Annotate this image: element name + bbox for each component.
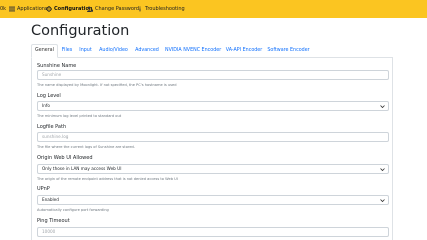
origin-web-ui-select[interactable]: Only those in LAN may access Web UI <box>37 164 389 174</box>
chevron-down-icon <box>380 198 385 203</box>
log-level-help: The minimum log level printed to standar… <box>37 114 122 118</box>
tab-va-api-encoder[interactable]: VA-API Encoder <box>225 44 263 58</box>
tab-general[interactable]: General <box>31 44 58 58</box>
chevron-down-icon <box>380 167 385 172</box>
nav-item-troubleshooting[interactable]: Troubleshooting <box>137 6 185 12</box>
sunshine-name-help: The name displayed by Moonlight. If not … <box>37 83 177 87</box>
upnp-help: Automatically configure port forwarding <box>37 208 109 212</box>
tab-files[interactable]: Files <box>59 44 75 58</box>
page-title: Configuration <box>31 23 130 39</box>
upnp-select[interactable]: Enabled <box>37 195 389 205</box>
nav-item-label: Applications <box>17 6 48 12</box>
log-level-label: Log Level <box>37 93 61 99</box>
ping-timeout-label: Ping Timeout <box>37 218 70 224</box>
brand-fragment: 0k <box>0 6 7 12</box>
log-level-select[interactable]: Info <box>37 101 389 111</box>
upnp-value: Enabled <box>42 197 59 202</box>
tab-software-encoder[interactable]: Software Encoder <box>267 44 310 58</box>
general-settings-form: Sunshine Name Sunshine The name displaye… <box>31 58 393 240</box>
info-icon <box>137 6 143 12</box>
logfile-path-input[interactable]: sunshine.log <box>37 132 389 142</box>
nav-item-configuration[interactable]: Configuration <box>46 6 92 12</box>
nav-item-change-password[interactable]: Change Password <box>87 6 139 12</box>
nav-item-label: Troubleshooting <box>145 6 185 12</box>
upnp-label: UPnP <box>37 186 50 192</box>
origin-web-ui-label: Origin Web UI Allowed <box>37 155 93 161</box>
settings-tabs: General Files Input Audio/Video Advanced… <box>31 44 393 58</box>
top-navbar: 0k Applications Configuration Change Pas… <box>0 0 427 18</box>
tab-advanced[interactable]: Advanced <box>134 44 160 58</box>
nav-item-label: Change Password <box>95 6 140 12</box>
logfile-path-help: The file where the current logs of Sunsh… <box>37 145 135 149</box>
origin-web-ui-value: Only those in LAN may access Web UI <box>42 166 122 171</box>
gear-icon <box>46 6 52 12</box>
chevron-down-icon <box>380 104 385 109</box>
tab-nvidia-nvenc-encoder[interactable]: NVIDIA NVENC Encoder <box>165 44 221 58</box>
sunshine-name-label: Sunshine Name <box>37 63 77 69</box>
sunshine-name-input[interactable]: Sunshine <box>37 70 389 80</box>
logfile-path-label: Logfile Path <box>37 124 67 130</box>
ping-timeout-input[interactable]: 10000 <box>37 227 389 237</box>
tab-input[interactable]: Input <box>77 44 94 58</box>
nav-item-applications[interactable]: Applications <box>9 6 48 12</box>
user-lock-icon <box>87 6 93 12</box>
tab-audio-video[interactable]: Audio/Video <box>97 44 130 58</box>
nav-item-brand[interactable]: 0k <box>0 6 6 12</box>
log-level-value: Info <box>42 103 50 108</box>
list-icon <box>9 6 15 12</box>
origin-web-ui-help: The origin of the remote endpoint addres… <box>37 177 178 181</box>
